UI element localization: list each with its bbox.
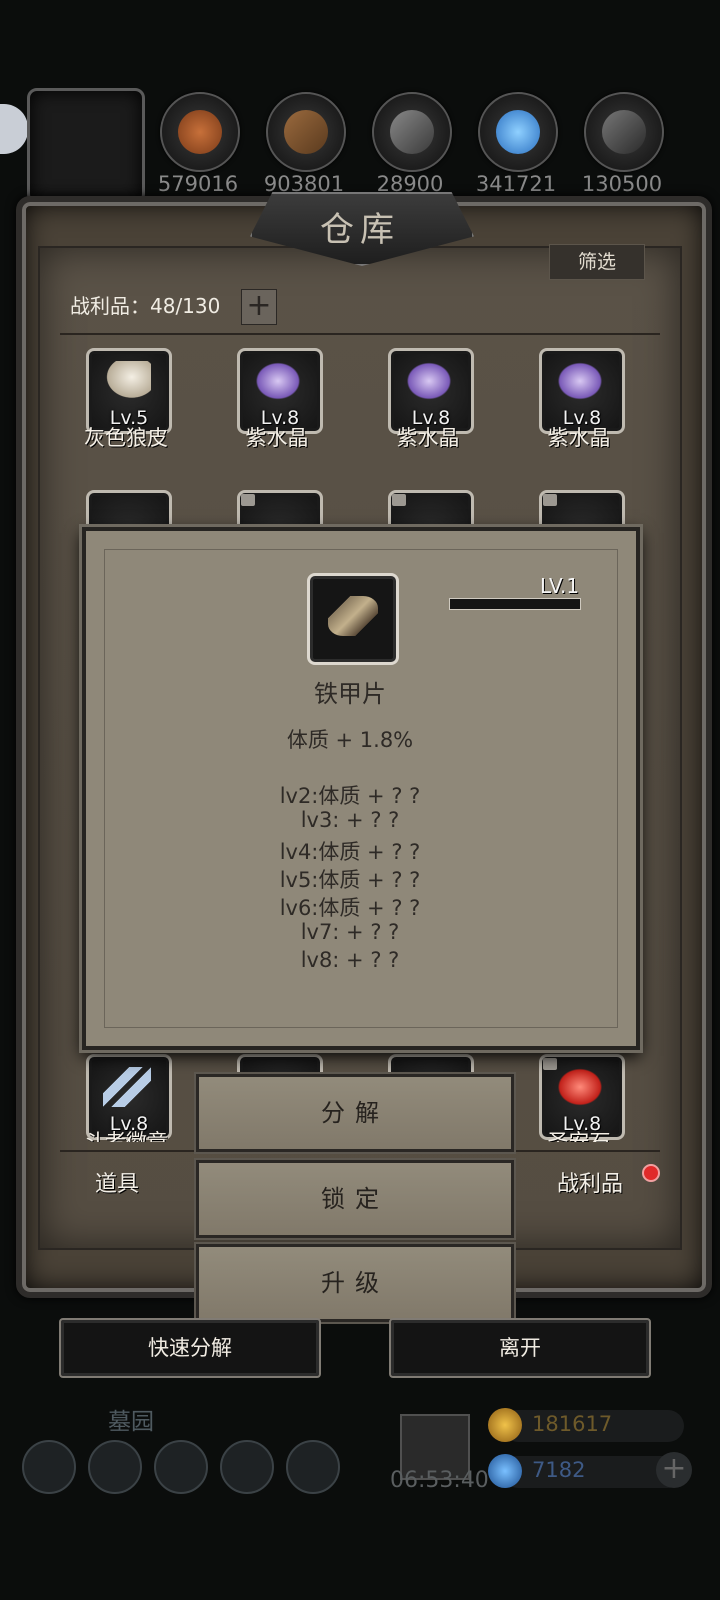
item-name: 紫水晶	[245, 426, 309, 450]
side-menu-button[interactable]	[0, 104, 28, 154]
item-name: 铁甲片	[314, 680, 386, 708]
divider	[60, 333, 660, 335]
upgrade-button[interactable]: 升级	[196, 1244, 514, 1322]
guild-icon[interactable]	[286, 1440, 340, 1494]
item-name: 圣安石	[547, 1130, 611, 1142]
exp-bar	[449, 598, 581, 610]
upgrade-stat: lv8: + ? ?	[300, 948, 400, 972]
notification-badge	[642, 1164, 660, 1182]
item-level-label: LV.1	[540, 574, 580, 598]
lock-icon	[543, 1058, 557, 1070]
expand-capacity-button[interactable]: +	[241, 289, 277, 325]
resource-count: 341721	[475, 172, 557, 196]
resource-count: 579016	[157, 172, 239, 196]
crystal-resource-icon[interactable]	[478, 92, 558, 172]
upgrade-stat: lv7: + ? ?	[300, 920, 400, 944]
stone-resource-icon[interactable]	[372, 92, 452, 172]
add-gems-button[interactable]: +	[656, 1452, 692, 1488]
warehouse-title: 仓库	[320, 210, 400, 250]
amethyst-icon	[405, 361, 453, 401]
leather-resource-icon[interactable]	[160, 92, 240, 172]
amethyst-icon	[556, 361, 604, 401]
resource-count: 130500	[581, 172, 663, 196]
upgrade-stat: lv2:体质 + ? ?	[279, 784, 421, 808]
exp-fill	[450, 599, 580, 609]
decompose-button[interactable]: 分解	[196, 1074, 514, 1152]
lock-button[interactable]: 锁定	[196, 1160, 514, 1238]
gold-icon	[488, 1408, 522, 1442]
filter-button[interactable]: 筛选	[549, 244, 645, 280]
mail-icon[interactable]	[220, 1440, 274, 1494]
holy-stone-icon	[556, 1067, 604, 1107]
fighter-badge-icon	[103, 1067, 151, 1107]
hero-icon[interactable]	[154, 1440, 208, 1494]
location-label: 墓园	[108, 1409, 154, 1435]
wood-resource-icon[interactable]	[266, 92, 346, 172]
upgrade-stat: lv3: + ? ?	[300, 808, 400, 832]
iron-resource-icon[interactable]	[584, 92, 664, 172]
quick-decompose-button[interactable]: 快速分解	[59, 1318, 321, 1378]
skill-icon[interactable]	[88, 1440, 142, 1494]
upgrade-stat: lv6:体质 + ? ?	[279, 896, 421, 920]
settings-icon[interactable]	[22, 1440, 76, 1494]
item-name: 灰色狼皮	[84, 426, 168, 450]
gem-amount: 7182	[532, 1458, 586, 1482]
item-name: 斗者徽章	[84, 1130, 168, 1142]
iron-plate-icon	[307, 573, 399, 665]
item-name: 紫水晶	[396, 426, 460, 450]
tab-items[interactable]: 道具	[95, 1166, 139, 1198]
gift-timer: 06:53:40	[390, 1468, 489, 1493]
hero-avatar[interactable]	[27, 88, 145, 204]
lock-icon	[543, 494, 557, 506]
tab-loot[interactable]: 战利品	[557, 1166, 623, 1198]
lock-icon	[241, 494, 255, 506]
loot-capacity: 战利品：48/130	[70, 294, 221, 318]
upgrade-stat: lv5:体质 + ? ?	[279, 868, 421, 892]
lock-icon	[392, 494, 406, 506]
item-name: 紫水晶	[547, 426, 611, 450]
upgrade-stat: lv4:体质 + ? ?	[279, 840, 421, 864]
gem-icon	[488, 1454, 522, 1488]
current-stat: 体质 + 1.8%	[286, 728, 414, 752]
wolf-pelt-icon	[103, 361, 151, 401]
leave-button[interactable]: 离开	[389, 1318, 651, 1378]
gold-amount: 181617	[532, 1412, 613, 1436]
amethyst-icon	[254, 361, 302, 401]
